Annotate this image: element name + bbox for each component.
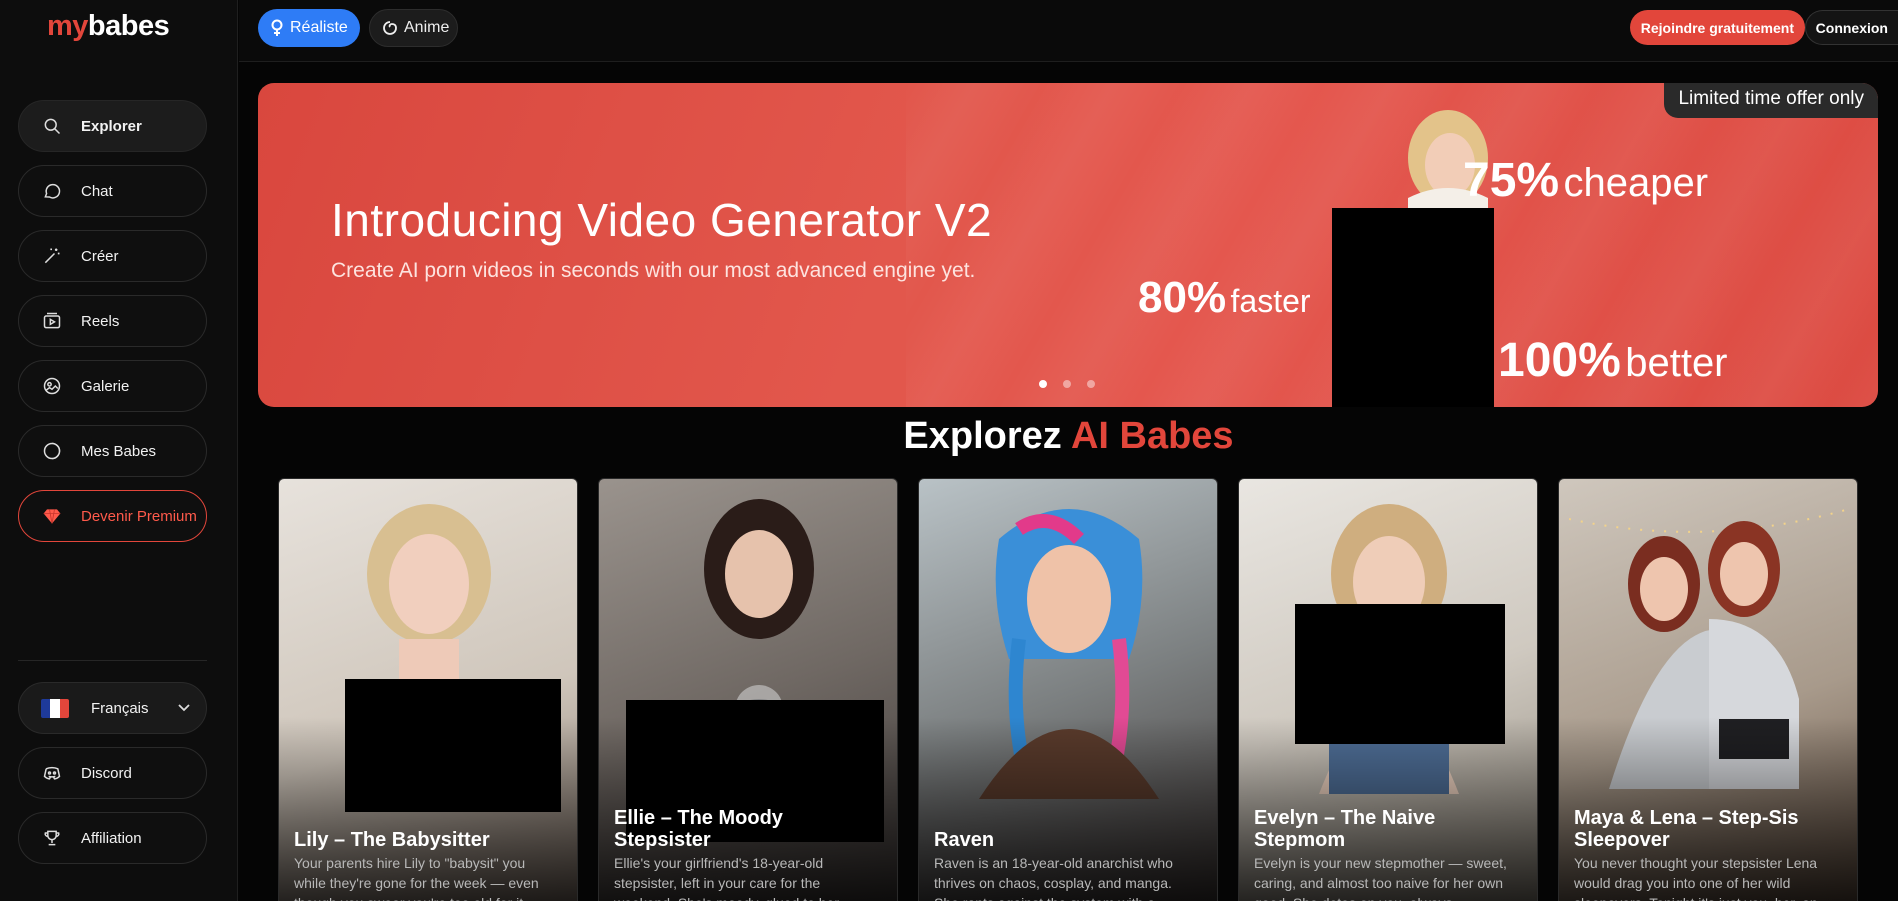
card-description: Raven is an 18-year-old anarchist who th… — [934, 855, 1173, 901]
female-icon — [270, 19, 284, 37]
flag-france-icon — [41, 698, 69, 718]
sidebar-item-premium[interactable]: Devenir Premium — [18, 490, 207, 542]
stat-cheaper-num: 75% — [1463, 154, 1560, 207]
censor-block — [1332, 208, 1494, 407]
search-icon — [41, 115, 63, 137]
chevron-down-icon — [178, 701, 190, 715]
censor-block — [345, 679, 561, 812]
logo-babes: babes — [87, 10, 170, 42]
toggle-anime[interactable]: Anime — [369, 9, 458, 47]
trophy-icon — [41, 827, 63, 849]
magic-wand-icon — [41, 245, 63, 267]
flag-stripe-red — [59, 698, 69, 718]
carousel-dot[interactable] — [1087, 380, 1095, 388]
sidebar-item-explorer[interactable]: Explorer — [18, 100, 207, 152]
stat-better: 100% better — [1498, 333, 1728, 388]
flag-stripe-white — [50, 698, 60, 718]
stat-faster: 80% faster — [1138, 273, 1311, 323]
sidebar-item-label: Explorer — [81, 117, 142, 135]
card-name: Lily – The Babysitter — [294, 829, 490, 851]
banner-subtitle: Create AI porn videos in seconds with ou… — [331, 259, 976, 282]
logo-my: my — [47, 10, 88, 42]
sidebar-item-creer[interactable]: Créer — [18, 230, 207, 282]
toggle-realiste-label: Réaliste — [290, 19, 348, 36]
gallery-icon — [41, 375, 63, 397]
section-title-accent: AI Babes — [1070, 415, 1234, 457]
sidebar-item-affiliation[interactable]: Affiliation — [18, 812, 207, 864]
swirl-icon — [382, 20, 398, 36]
card-description: Ellie's your girlfriend's 18-year-old st… — [614, 855, 839, 901]
toggle-anime-label: Anime — [404, 19, 450, 36]
brand-logo[interactable]: mybabes — [47, 10, 170, 43]
card-description: You never thought your stepsister Lena w… — [1574, 855, 1818, 901]
card-description: Your parents hire Lily to "babysit" you … — [294, 855, 539, 901]
language-label: Français — [91, 699, 149, 717]
sidebar-item-label: Devenir Premium — [81, 507, 197, 525]
sidebar-item-label: Chat — [81, 182, 113, 200]
sidebar-divider — [18, 660, 207, 661]
sidebar-item-galerie[interactable]: Galerie — [18, 360, 207, 412]
carousel-dot[interactable] — [1039, 380, 1047, 388]
card-name: Maya & Lena – Step-Sis Sleepover — [1574, 807, 1799, 851]
top-bar: Réaliste Anime Rejoindre gratuitement Co… — [239, 0, 1898, 62]
section-title-main: Explorez — [903, 415, 1062, 457]
carousel-dot[interactable] — [1063, 380, 1071, 388]
sidebar-bottom-nav: Français Discord Affiliation — [18, 682, 207, 877]
stat-better-word: better — [1625, 341, 1728, 385]
stat-cheaper: 75% cheaper — [1463, 153, 1708, 208]
stat-faster-word: faster — [1230, 283, 1311, 319]
join-free-button[interactable]: Rejoindre gratuitement — [1629, 10, 1805, 45]
stat-faster-num: 80% — [1138, 273, 1227, 322]
diamond-icon — [41, 505, 63, 527]
card-name: Evelyn – The Naive Stepmom — [1254, 807, 1436, 851]
card-name: Ellie – The Moody Stepsister — [614, 807, 783, 851]
sidebar-item-label: Reels — [81, 312, 120, 330]
language-selector[interactable]: Français — [18, 682, 207, 734]
promo-banner[interactable]: Introducing Video Generator V2 Create AI… — [258, 83, 1878, 407]
character-grid: Lily – The Babysitter Your parents hire … — [278, 478, 1858, 901]
sidebar-item-discord[interactable]: Discord — [18, 747, 207, 799]
sidebar-item-label: Créer — [81, 247, 119, 265]
stat-better-num: 100% — [1498, 334, 1621, 387]
card-name: Raven — [934, 829, 995, 851]
discord-icon — [41, 762, 63, 784]
sidebar-item-label: Galerie — [81, 377, 130, 395]
sidebar-item-chat[interactable]: Chat — [18, 165, 207, 217]
card-description: Evelyn is your new stepmother — sweet, c… — [1254, 855, 1507, 901]
character-card[interactable]: Ellie – The Moody Stepsister Ellie's you… — [598, 478, 898, 901]
character-card[interactable]: Raven Raven is an 18-year-old anarchist … — [918, 478, 1218, 901]
sidebar-item-reels[interactable]: Reels — [18, 295, 207, 347]
video-reel-icon — [41, 310, 63, 332]
carousel-dots — [1039, 380, 1095, 388]
character-card[interactable]: Evelyn – The Naive Stepmom Evelyn is you… — [1238, 478, 1538, 901]
sidebar-item-label: Affiliation — [81, 829, 142, 847]
stat-cheaper-word: cheaper — [1563, 161, 1709, 205]
sidebar-nav: Explorer Chat Créer Reels Galerie Mes Ba… — [18, 100, 207, 555]
toggle-realiste[interactable]: Réaliste — [258, 9, 360, 47]
login-button[interactable]: Connexion — [1804, 10, 1898, 45]
chat-bubble-icon — [41, 180, 63, 202]
censor-block — [1295, 604, 1505, 744]
banner-title: Introducing Video Generator V2 — [331, 194, 993, 246]
flag-stripe-blue — [41, 698, 51, 718]
sidebar-item-label: Discord — [81, 764, 132, 782]
character-card[interactable]: Lily – The Babysitter Your parents hire … — [278, 478, 578, 901]
section-title: Explorez AI Babes — [0, 415, 1898, 458]
character-card[interactable]: Maya & Lena – Step-Sis Sleepover You nev… — [1558, 478, 1858, 901]
limited-offer-badge: Limited time offer only — [1664, 83, 1878, 118]
